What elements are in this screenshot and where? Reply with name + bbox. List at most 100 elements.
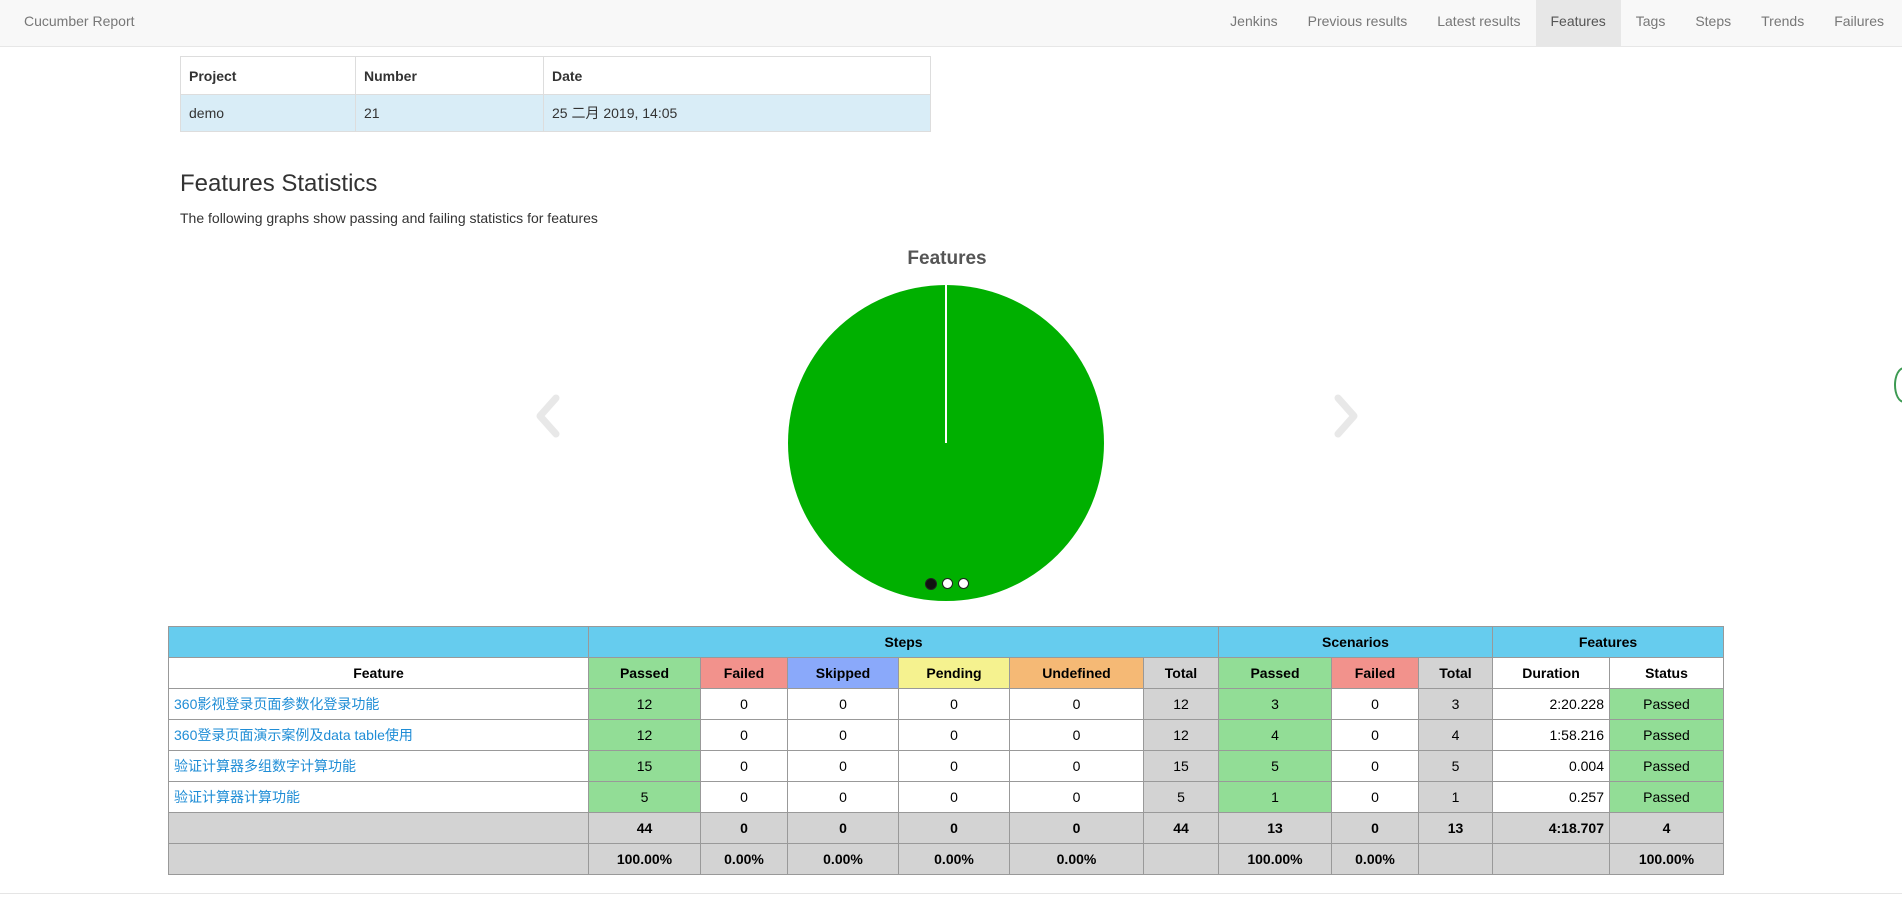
col-steps-pending[interactable]: Pending <box>898 657 1010 689</box>
steps-failed-cell: 0 <box>700 750 788 782</box>
feature-link[interactable]: 验证计算器多组数字计算功能 <box>174 758 356 774</box>
col-scenarios-failed[interactable]: Failed <box>1331 657 1419 689</box>
pct-scenarios-total <box>1418 843 1493 875</box>
steps-failed-cell: 0 <box>700 781 788 813</box>
col-steps-passed[interactable]: Passed <box>588 657 701 689</box>
section-title: Features Statistics <box>180 170 378 197</box>
feature-link[interactable]: 验证计算器计算功能 <box>174 789 300 805</box>
col-steps-undefined[interactable]: Undefined <box>1009 657 1144 689</box>
steps-skipped-cell: 0 <box>787 688 899 720</box>
carousel-indicator-dot[interactable] <box>958 578 969 589</box>
section-description: The following graphs show passing and fa… <box>180 210 598 226</box>
carousel-indicator-dot[interactable] <box>942 578 953 589</box>
feature-link[interactable]: 360登录页面演示案例及data table使用 <box>174 727 413 743</box>
pct-scenarios-passed: 100.00% <box>1218 843 1332 875</box>
carousel-next-button[interactable] <box>1324 392 1364 440</box>
scenarios-total-cell: 3 <box>1418 688 1493 720</box>
col-steps-total[interactable]: Total <box>1143 657 1219 689</box>
feature-stats-table: Steps Scenarios Features Feature Passed … <box>168 626 1724 875</box>
scenarios-total-cell: 1 <box>1418 781 1493 813</box>
scenarios-passed-cell: 3 <box>1218 688 1332 720</box>
steps-pending-cell: 0 <box>898 688 1010 720</box>
build-number-value: 21 <box>355 94 544 132</box>
table-row: 验证计算器多组数字计算功能 15 0 0 0 0 15 5 0 5 0.004 Passed <box>168 750 1724 782</box>
group-header-empty <box>168 626 589 658</box>
steps-skipped-cell: 0 <box>787 750 899 782</box>
percentages-row: 100.00% 0.00% 0.00% 0.00% 0.00% 100.00% … <box>168 843 1724 875</box>
scenarios-failed-cell: 0 <box>1331 688 1419 720</box>
steps-skipped-cell: 0 <box>787 719 899 751</box>
scenarios-failed-cell: 0 <box>1331 719 1419 751</box>
steps-passed-cell: 5 <box>588 781 701 813</box>
col-steps-failed[interactable]: Failed <box>700 657 788 689</box>
scenarios-total-cell: 5 <box>1418 750 1493 782</box>
group-header-steps: Steps <box>588 626 1219 658</box>
feature-name-cell: 360登录页面演示案例及data table使用 <box>168 719 589 751</box>
group-header-scenarios: Scenarios <box>1218 626 1493 658</box>
feature-name-cell: 验证计算器计算功能 <box>168 781 589 813</box>
footer-divider <box>0 893 1902 894</box>
group-header-features: Features <box>1492 626 1724 658</box>
steps-pending-cell: 0 <box>898 781 1010 813</box>
brand-link[interactable]: Cucumber Report <box>24 0 135 47</box>
col-scenarios-passed[interactable]: Passed <box>1218 657 1332 689</box>
nav-item-steps[interactable]: Steps <box>1680 0 1746 47</box>
steps-passed-cell: 12 <box>588 719 701 751</box>
status-cell: Passed <box>1609 781 1724 813</box>
table-row: 360影视登录页面参数化登录功能 12 0 0 0 0 12 3 0 3 2:20.228 Passe… <box>168 688 1724 720</box>
scenarios-failed-cell: 0 <box>1331 750 1419 782</box>
floating-widget-button[interactable] <box>1894 367 1902 403</box>
scenarios-passed-cell: 4 <box>1218 719 1332 751</box>
status-cell: Passed <box>1609 688 1724 720</box>
steps-passed-cell: 15 <box>588 750 701 782</box>
nav-item-features[interactable]: Features <box>1535 0 1621 47</box>
pct-steps-failed: 0.00% <box>700 843 788 875</box>
total-steps-undefined: 0 <box>1009 812 1144 844</box>
nav-item-jenkins[interactable]: Jenkins <box>1215 0 1292 47</box>
total-scenarios-total: 13 <box>1418 812 1493 844</box>
feature-link[interactable]: 360影视登录页面参数化登录功能 <box>174 696 379 712</box>
nav-item-failures[interactable]: Failures <box>1819 0 1902 47</box>
steps-passed-cell: 12 <box>588 688 701 720</box>
pct-steps-pending: 0.00% <box>898 843 1010 875</box>
carousel-prev-button[interactable] <box>530 392 570 440</box>
percentages-label <box>168 843 589 875</box>
steps-total-cell: 5 <box>1143 781 1219 813</box>
pct-steps-skipped: 0.00% <box>787 843 899 875</box>
col-scenarios-total[interactable]: Total <box>1418 657 1493 689</box>
total-scenarios-failed: 0 <box>1331 812 1419 844</box>
status-cell: Passed <box>1609 750 1724 782</box>
totals-row: 44 0 0 0 0 44 13 0 13 4:18.707 4 <box>168 812 1724 844</box>
carousel-indicator-dot[interactable] <box>925 578 937 590</box>
header-date: Date <box>543 56 931 95</box>
totals-label <box>168 812 589 844</box>
scenarios-failed-cell: 0 <box>1331 781 1419 813</box>
col-steps-skipped[interactable]: Skipped <box>787 657 899 689</box>
header-number: Number <box>355 56 544 95</box>
pct-steps-total <box>1143 843 1219 875</box>
col-status[interactable]: Status <box>1609 657 1724 689</box>
total-steps-failed: 0 <box>700 812 788 844</box>
col-duration[interactable]: Duration <box>1492 657 1610 689</box>
total-scenarios-passed: 13 <box>1218 812 1332 844</box>
total-steps-passed: 44 <box>588 812 701 844</box>
nav-item-tags[interactable]: Tags <box>1621 0 1681 47</box>
feature-name-cell: 验证计算器多组数字计算功能 <box>168 750 589 782</box>
scenarios-total-cell: 4 <box>1418 719 1493 751</box>
steps-undefined-cell: 0 <box>1009 719 1144 751</box>
pct-duration <box>1492 843 1610 875</box>
nav-item-trends[interactable]: Trends <box>1746 0 1819 47</box>
chevron-right-icon <box>1334 394 1358 438</box>
steps-failed-cell: 0 <box>700 719 788 751</box>
nav-item-latest-results[interactable]: Latest results <box>1422 0 1535 47</box>
nav-item-previous-results[interactable]: Previous results <box>1293 0 1423 47</box>
pct-steps-undefined: 0.00% <box>1009 843 1144 875</box>
duration-cell: 0.257 <box>1492 781 1610 813</box>
steps-skipped-cell: 0 <box>787 781 899 813</box>
steps-failed-cell: 0 <box>700 688 788 720</box>
steps-total-cell: 15 <box>1143 750 1219 782</box>
total-steps-pending: 0 <box>898 812 1010 844</box>
total-features: 4 <box>1609 812 1724 844</box>
header-project: Project <box>180 56 356 95</box>
col-feature[interactable]: Feature <box>168 657 589 689</box>
